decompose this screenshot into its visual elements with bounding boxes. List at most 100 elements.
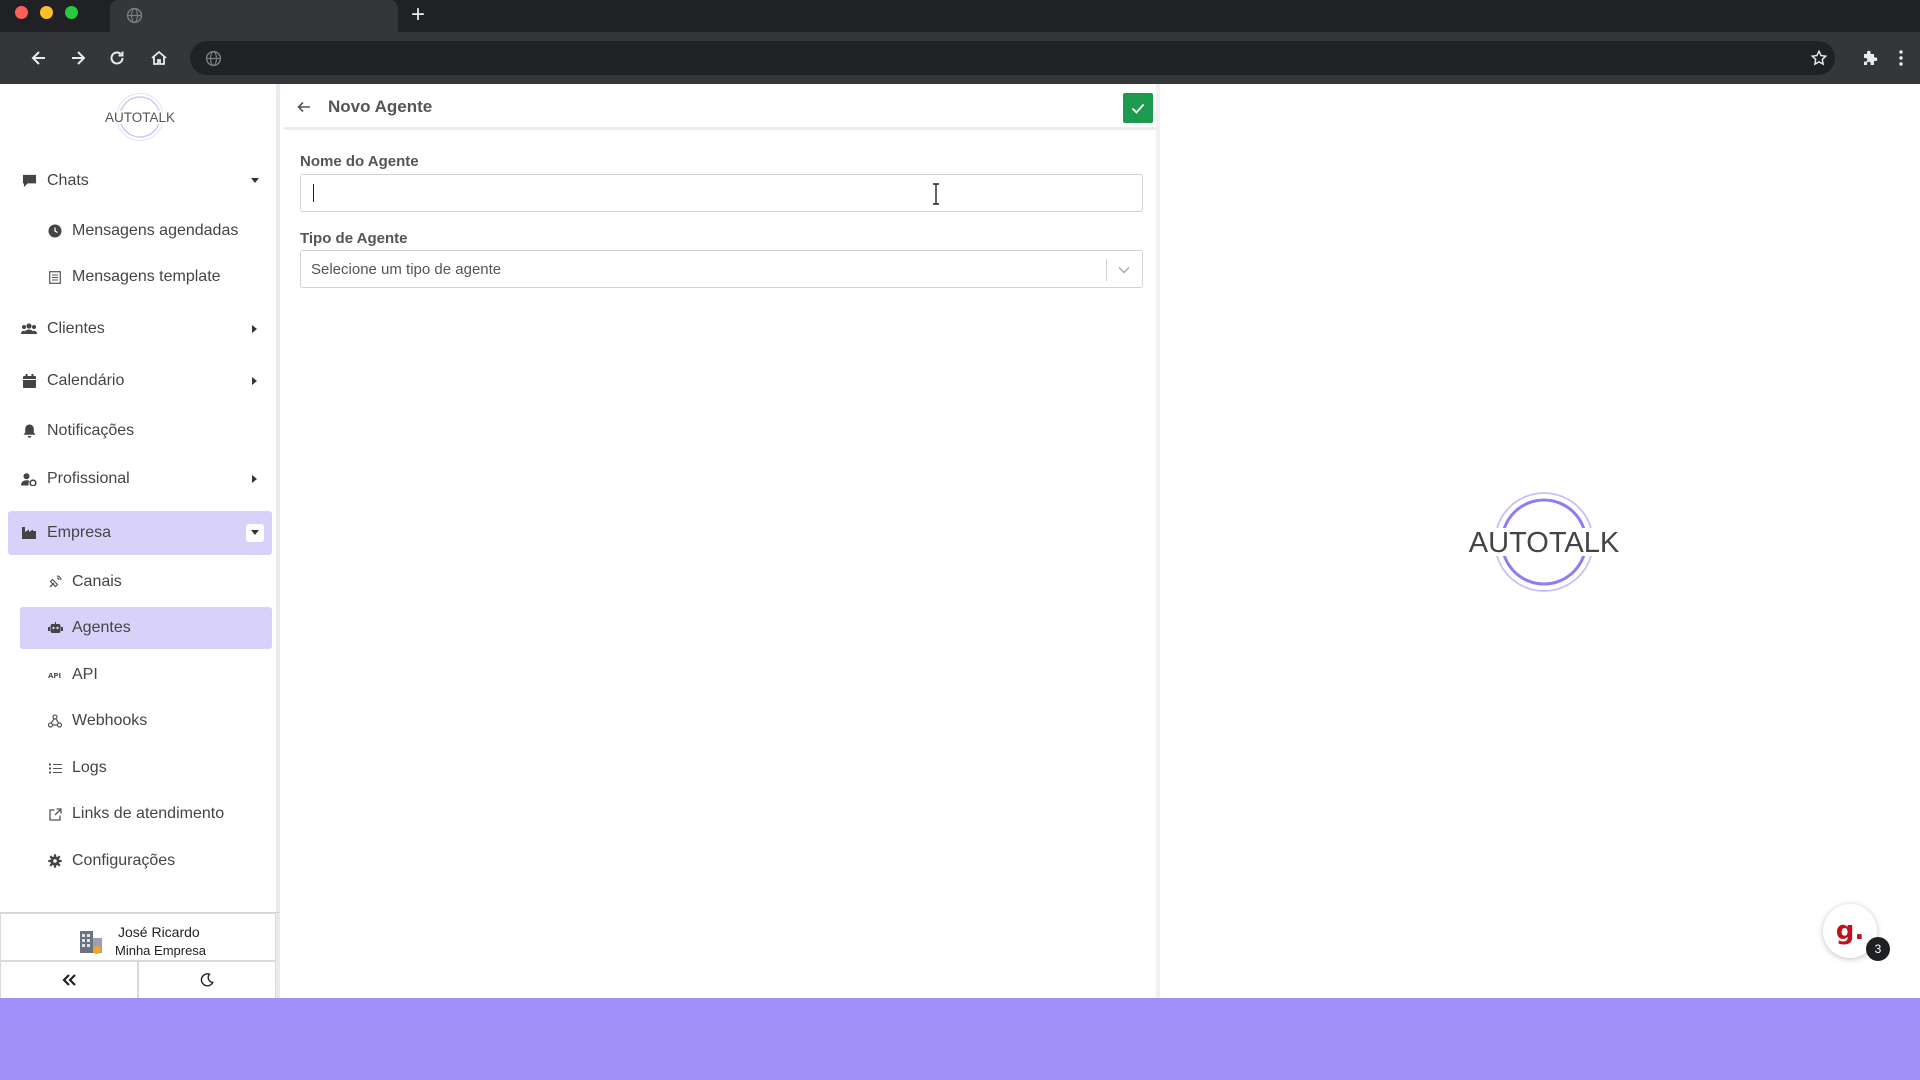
sidebar-item-label: Links de atendimento <box>72 805 225 822</box>
sidebar-item-label: Webhooks <box>72 712 148 729</box>
kebab-menu-icon <box>1899 50 1903 66</box>
back-button[interactable] <box>26 45 52 71</box>
sidebar-item-chats[interactable]: Chats <box>8 159 272 203</box>
address-bar[interactable] <box>190 41 1835 75</box>
sidebar-item-label: Profissional <box>47 470 130 487</box>
page-title: Novo Agente <box>328 97 433 116</box>
collapse-sidebar-button[interactable] <box>0 961 138 999</box>
gear-icon <box>47 853 63 869</box>
sidebar-item-canais[interactable]: Canais <box>20 561 272 603</box>
maximize-window-button[interactable] <box>65 6 78 19</box>
api-icon: API <box>47 667 63 683</box>
dark-mode-toggle[interactable] <box>138 961 276 999</box>
ibeam-cursor-icon <box>933 183 939 205</box>
svg-text:AUTOTALK: AUTOTALK <box>105 110 175 125</box>
user-profile[interactable]: José Ricardo Minha Empresa <box>0 913 276 961</box>
star-icon <box>1810 49 1828 66</box>
users-icon <box>20 320 38 338</box>
chevron-right-icon[interactable] <box>246 372 264 390</box>
svg-text:AUTOTALK: AUTOTALK <box>1469 527 1620 559</box>
globe-icon <box>126 7 143 24</box>
sidebar-item-label: Clientes <box>47 320 105 337</box>
user-gear-icon <box>20 470 38 488</box>
reload-icon <box>110 51 124 65</box>
browser-toolbar <box>0 32 1920 84</box>
new-agent-panel: Novo Agente Nome do Agente Tipo de Agent… <box>284 84 1160 998</box>
autotalk-logo: AUTOTALK <box>1454 492 1634 592</box>
agent-type-placeholder: Selecione um tipo de agente <box>311 261 502 278</box>
sidebar: AUTOTALK Chats Mensagens agendadas Mensa… <box>0 84 280 999</box>
arrow-left-icon <box>297 101 310 113</box>
select-divider <box>1106 259 1107 281</box>
sidebar-item-label: Logs <box>72 759 107 776</box>
user-name: José Ricardo <box>118 924 200 940</box>
browser-menu-button[interactable] <box>1888 45 1914 71</box>
list-icon <box>47 760 63 776</box>
sidebar-item-webhooks[interactable]: Webhooks <box>20 700 272 742</box>
svg-text:API: API <box>48 672 61 679</box>
sidebar-item-agentes[interactable]: Agentes <box>20 607 272 649</box>
home-button[interactable] <box>146 45 172 71</box>
chevron-down-icon[interactable] <box>246 524 264 542</box>
sidebar-item-label: Empresa <box>47 524 112 541</box>
arrow-left-icon <box>31 51 45 65</box>
sidebar-item-clientes[interactable]: Clientes <box>8 307 272 351</box>
agent-type-label: Tipo de Agente <box>300 230 408 247</box>
calendar-icon <box>20 372 38 390</box>
save-button[interactable] <box>1123 93 1153 123</box>
close-window-button[interactable] <box>15 6 28 19</box>
chevron-right-icon[interactable] <box>246 320 264 338</box>
sidebar-item-configuracoes[interactable]: Configurações <box>20 840 272 882</box>
moon-icon <box>200 973 214 987</box>
sidebar-item-label: API <box>72 666 98 683</box>
user-company: Minha Empresa <box>115 943 207 958</box>
content-placeholder: AUTOTALK <box>1164 84 1920 998</box>
sidebar-item-label: Configurações <box>72 852 176 869</box>
sidebar-item-api[interactable]: API API <box>20 654 272 696</box>
panel-header: Novo Agente <box>284 84 1156 130</box>
external-link-icon <box>47 806 63 822</box>
extensions-button[interactable] <box>1857 45 1883 71</box>
template-icon <box>47 269 63 285</box>
arrow-right-icon <box>72 51 86 65</box>
back-button[interactable] <box>294 97 314 117</box>
company-avatar-icon <box>80 931 102 954</box>
sidebar-item-mensagens-agendadas[interactable]: Mensagens agendadas <box>20 210 272 252</box>
bookmark-button[interactable] <box>1806 45 1832 71</box>
sidebar-item-label: Notificações <box>47 422 135 439</box>
check-icon <box>1131 103 1145 114</box>
webhook-icon <box>47 713 63 729</box>
clock-icon <box>47 223 63 239</box>
user-panel: José Ricardo Minha Empresa <box>0 912 280 999</box>
reload-button[interactable] <box>104 45 130 71</box>
chevron-right-icon[interactable] <box>246 470 264 488</box>
sidebar-item-label: Chats <box>47 172 89 189</box>
minimize-window-button[interactable] <box>40 6 53 19</box>
satellite-icon <box>47 574 63 590</box>
chevron-down-icon[interactable] <box>246 172 264 190</box>
agent-name-input[interactable] <box>300 174 1143 212</box>
sidebar-item-mensagens-template[interactable]: Mensagens template <box>20 256 272 298</box>
agent-type-select[interactable]: Selecione um tipo de agente <box>300 250 1143 288</box>
sidebar-item-notificacoes[interactable]: Notificações <box>8 409 272 453</box>
chat-notification-badge: 3 <box>1866 937 1890 961</box>
chevron-down-icon[interactable] <box>1115 261 1133 279</box>
new-tab-button[interactable]: + <box>405 2 431 28</box>
sidebar-item-links-de-atendimento[interactable]: Links de atendimento <box>20 793 272 835</box>
text-cursor <box>313 184 314 202</box>
puzzle-icon <box>1864 50 1878 65</box>
autotalk-logo: AUTOTALK <box>102 93 178 141</box>
sidebar-item-calendario[interactable]: Calendário <box>8 359 272 403</box>
browser-tab[interactable] <box>110 0 398 32</box>
browser-tab-bar: + <box>0 0 1920 32</box>
chat-bubble-icon <box>20 172 38 190</box>
robot-icon <box>47 620 63 636</box>
sidebar-item-label: Canais <box>72 573 122 590</box>
building-icon <box>20 524 38 542</box>
sidebar-item-label: Mensagens template <box>72 268 221 285</box>
sidebar-item-empresa[interactable]: Empresa <box>8 511 272 555</box>
sidebar-item-profissional[interactable]: Profissional <box>8 457 272 501</box>
bell-icon <box>20 422 38 440</box>
forward-button[interactable] <box>65 45 91 71</box>
sidebar-item-logs[interactable]: Logs <box>20 747 272 789</box>
